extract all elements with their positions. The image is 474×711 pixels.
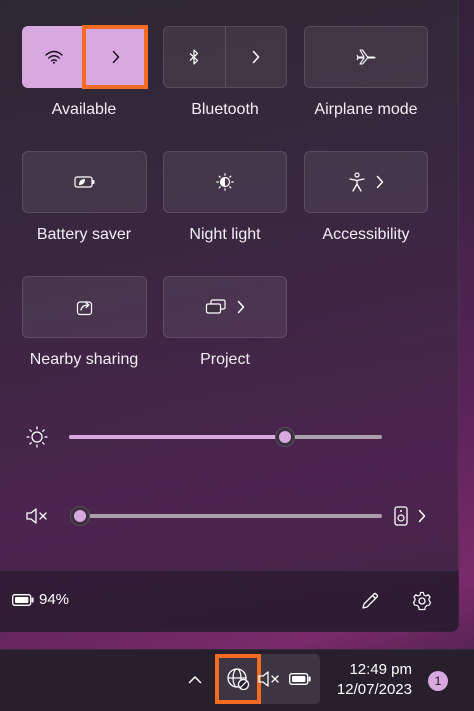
brightness-slider-fill [69,435,285,439]
bluetooth-tile-label: Bluetooth [191,101,259,118]
volume-slider[interactable] [80,514,382,518]
brightness-icon [26,426,48,448]
wifi-tile-label: Available [51,101,117,118]
night-light-tile-label: Night light [189,226,261,243]
gear-icon [412,591,432,611]
nearby-sharing-tile-label: Nearby sharing [29,351,139,368]
wifi-icon [44,50,63,64]
battery-saver-tile-label: Battery saver [36,226,132,243]
chevron-right-icon [252,50,259,64]
chevron-up-icon [188,675,202,683]
bluetooth-expand-button[interactable] [224,27,287,87]
globe-no-internet-icon [227,668,250,691]
accessibility-tile-label: Accessibility [322,226,410,243]
share-icon [76,301,92,316]
chevron-right-icon [418,509,426,523]
volume-slider-thumb[interactable] [70,506,90,526]
battery-saver-icon [73,176,94,188]
brightness-slider[interactable] [69,435,382,439]
wifi-expand-button[interactable] [82,25,148,89]
taskbar-battery-button[interactable] [288,671,312,687]
chevron-right-icon [112,50,119,64]
bluetooth-toggle[interactable] [164,27,225,87]
pencil-icon [362,592,379,609]
nearby-sharing-tile[interactable] [22,276,147,338]
wifi-toggle[interactable] [23,27,84,87]
battery-icon [12,593,34,606]
project-tile-label: Project [200,351,250,368]
network-status-button[interactable] [215,654,261,704]
battery-icon [289,673,311,685]
airplane-mode-tile-label: Airplane mode [314,101,418,118]
battery-saver-tile[interactable] [22,151,147,213]
settings-button[interactable] [410,589,434,613]
project-tile[interactable] [163,276,287,338]
edit-quick-settings-button[interactable] [358,589,382,613]
wifi-tile[interactable] [22,25,148,89]
taskbar-volume-button[interactable] [257,668,281,690]
chevron-right-icon [376,175,384,189]
bluetooth-icon [189,49,199,65]
quick-settings-panel: Available Bluetooth Airplane mode Batter… [0,0,459,632]
taskbar: 12:49 pm 12/07/2023 1 [0,649,474,711]
night-light-tile[interactable] [163,151,287,213]
battery-status[interactable]: 94% [12,591,69,608]
airplane-icon [356,49,376,65]
accessibility-icon [349,172,365,192]
brightness-slider-thumb[interactable] [274,427,295,447]
airplane-mode-tile[interactable] [304,26,428,88]
project-icon [205,299,226,314]
taskbar-clock[interactable]: 12:49 pm 12/07/2023 [337,660,412,700]
bluetooth-tile[interactable] [163,26,287,88]
speaker-device-icon [394,506,408,526]
chevron-right-icon [237,300,245,314]
clock-date: 12/07/2023 [336,681,412,698]
audio-output-button[interactable] [394,503,434,529]
quick-settings-footer: 94% [0,570,459,632]
accessibility-tile[interactable] [304,151,428,213]
muted-speaker-icon[interactable] [25,505,49,527]
notification-badge[interactable]: 1 [428,671,448,691]
muted-speaker-icon [258,671,279,687]
battery-percent: 94% [39,591,70,608]
night-light-icon [216,173,234,191]
show-hidden-icons-button[interactable] [182,666,208,692]
clock-time: 12:49 pm [349,661,412,678]
